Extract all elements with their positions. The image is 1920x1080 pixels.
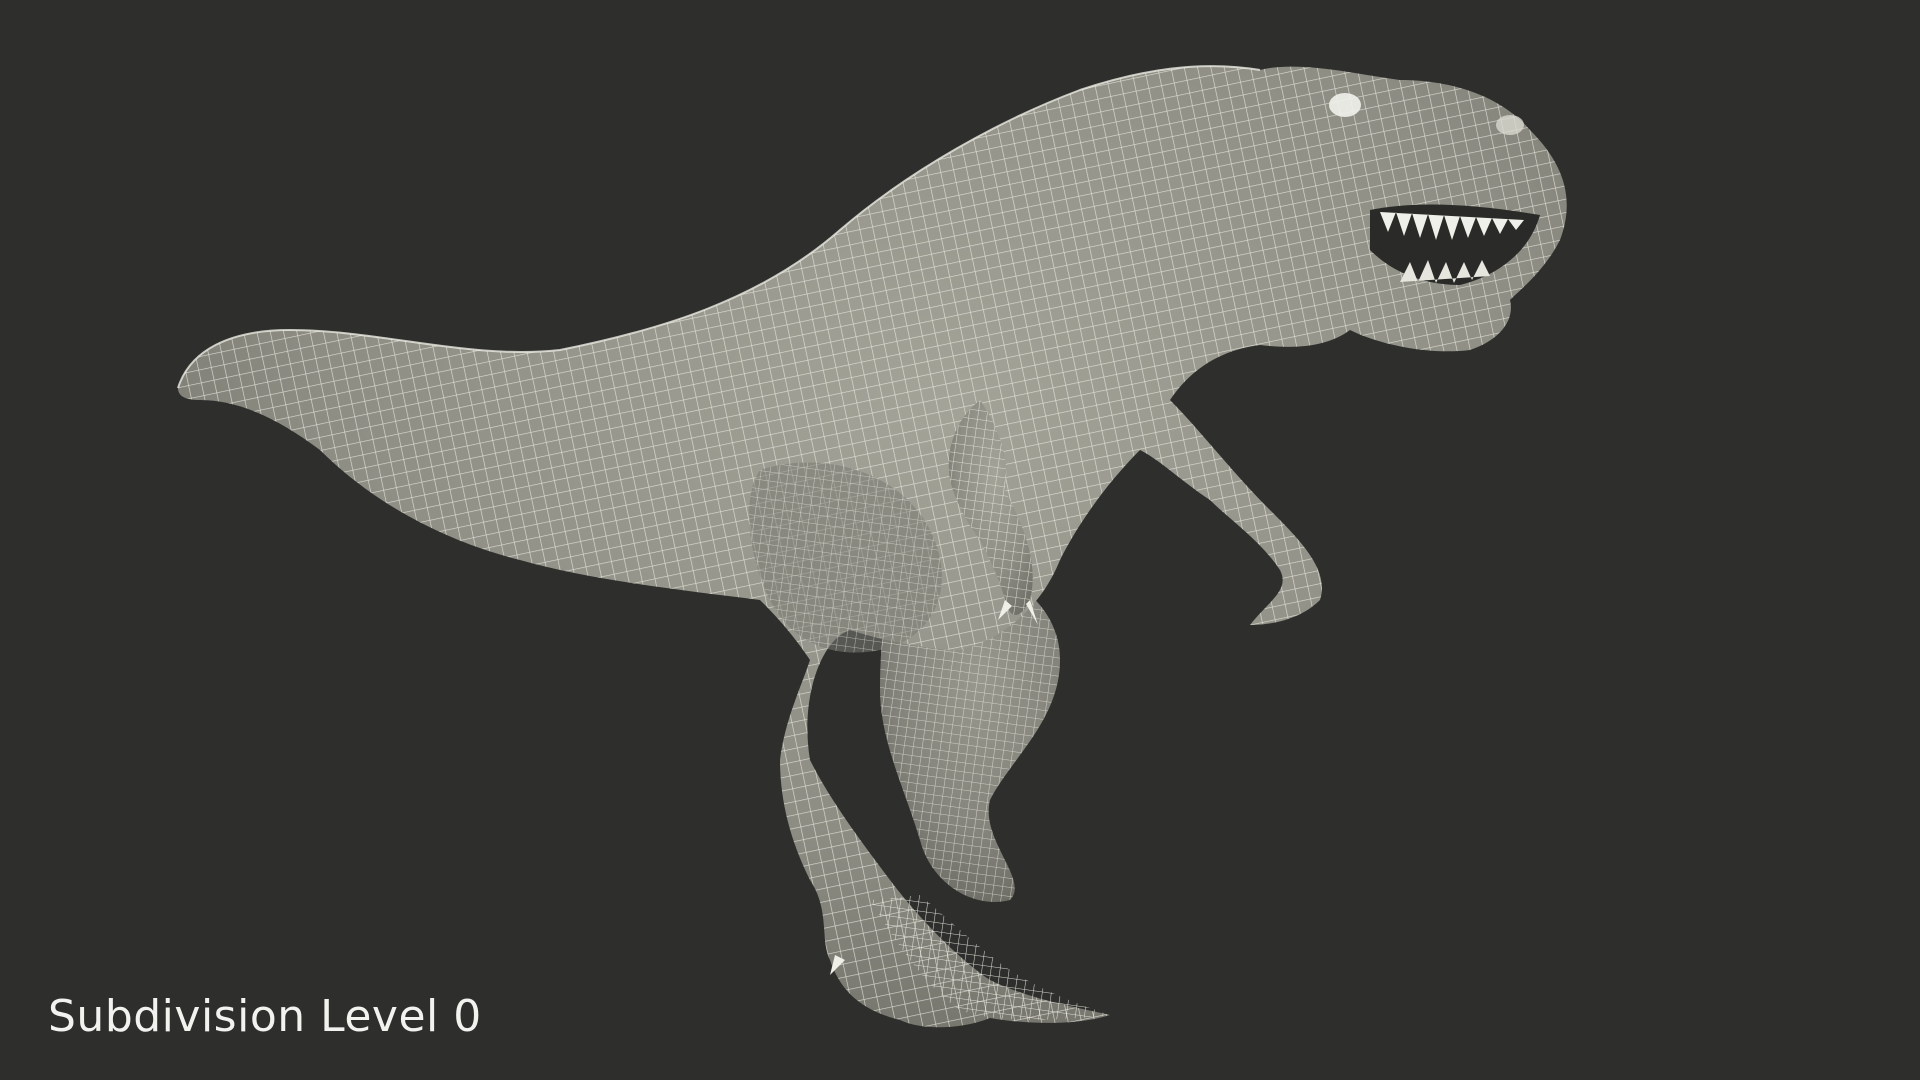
eye-icon: [1329, 93, 1361, 117]
subdivision-level-caption: Subdivision Level 0: [48, 991, 482, 1042]
nostril-icon: [1496, 115, 1524, 135]
render-viewport: Subdivision Level 0: [0, 0, 1920, 1080]
t-rex-wireframe-icon: [177, 65, 1567, 1028]
